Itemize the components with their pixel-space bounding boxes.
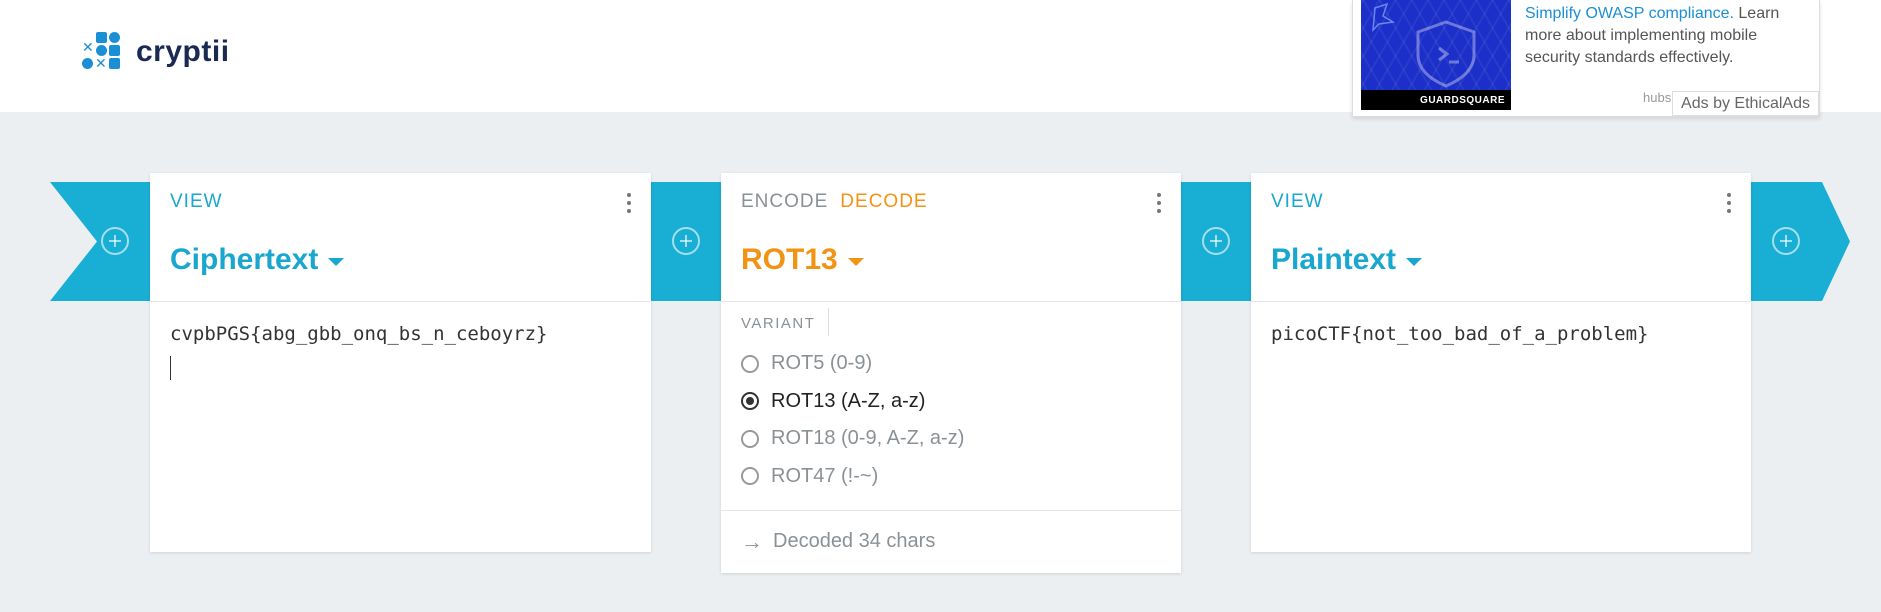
card-header: VIEW Plaintext <box>1251 173 1751 302</box>
add-brick-icon[interactable] <box>672 227 700 255</box>
dropdown-caret-icon <box>847 258 864 266</box>
shield-icon <box>1372 2 1476 88</box>
ciphertext-card: VIEW Ciphertext cvpbPGS{abg_gbb_onq_bs_n… <box>150 173 651 552</box>
variant-option-label: ROT47 (!-~) <box>771 464 879 487</box>
logo[interactable]: ✕ ✕ cryptii <box>82 32 230 72</box>
more-options-icon[interactable] <box>1157 193 1161 217</box>
plaintext-textarea[interactable]: picoCTF{not_too_bad_of_a_problem} <box>1271 323 1649 345</box>
ad-brand: GUARDSQUARE <box>1361 90 1511 110</box>
variant-option-rot47[interactable]: ROT47 (!-~) <box>741 458 964 496</box>
brick-title: Plaintext <box>1271 243 1397 276</box>
ad-image[interactable]: GUARDSQUARE <box>1361 0 1511 110</box>
add-brick-icon[interactable] <box>1772 227 1800 255</box>
text-cursor <box>170 356 171 380</box>
variant-option-rot13[interactable]: ROT13 (A-Z, a-z) <box>741 383 964 421</box>
brick-title-dropdown[interactable]: ROT13 <box>741 243 864 277</box>
dropdown-caret-icon <box>1406 258 1423 266</box>
brick-title-dropdown[interactable]: Ciphertext <box>170 243 345 277</box>
variant-label: VARIANT <box>741 315 816 332</box>
radio-selected-icon <box>741 392 759 411</box>
variant-option-rot18[interactable]: ROT18 (0-9, A-Z, a-z) <box>741 420 964 458</box>
brick-title: ROT13 <box>741 243 838 276</box>
radio-icon <box>741 467 759 486</box>
cryptii-logo-icon: ✕ ✕ <box>82 32 122 72</box>
encode-tab[interactable]: ENCODE <box>741 191 828 212</box>
card-header: VIEW Ciphertext <box>150 173 651 302</box>
ad-copy[interactable]: Simplify OWASP compliance. Learn more ab… <box>1525 3 1805 69</box>
variant-options: ROT5 (0-9) ROT13 (A-Z, a-z) ROT18 (0-9, … <box>741 345 964 495</box>
radio-icon <box>741 354 759 373</box>
variant-option-label: ROT5 (0-9) <box>771 352 873 375</box>
plaintext-card: VIEW Plaintext picoCTF{not_too_bad_of_a_… <box>1251 173 1751 552</box>
variant-option-rot5[interactable]: ROT5 (0-9) <box>741 345 964 383</box>
app-name: cryptii <box>136 35 230 68</box>
arrow-right-icon: → <box>741 528 763 554</box>
dropdown-caret-icon <box>328 258 345 266</box>
ads-by-ethicalads[interactable]: Ads by EthicalAds <box>1672 91 1819 116</box>
view-tag[interactable]: VIEW <box>170 191 223 212</box>
divider <box>828 308 829 336</box>
add-brick-icon[interactable] <box>1202 227 1230 255</box>
more-options-icon[interactable] <box>1727 193 1731 217</box>
status-text: Decoded 34 chars <box>773 530 936 552</box>
rot13-card: ENCODE DECODE ROT13 VARIANT ROT5 (0-9) RO… <box>721 173 1181 573</box>
variant-option-label: ROT13 (A-Z, a-z) <box>771 389 926 412</box>
status-bar: → Decoded 34 chars <box>721 510 1181 572</box>
variant-option-label: ROT18 (0-9, A-Z, a-z) <box>771 427 965 450</box>
card-header: ENCODE DECODE ROT13 <box>721 173 1181 302</box>
ciphertext-textarea[interactable]: cvpbPGS{abg_gbb_onq_bs_n_ceboyrz} <box>170 323 548 345</box>
ad-headline[interactable]: Simplify OWASP compliance. <box>1525 5 1734 22</box>
decode-tab[interactable]: DECODE <box>840 191 927 212</box>
view-tag[interactable]: VIEW <box>1271 191 1324 212</box>
more-options-icon[interactable] <box>627 193 631 217</box>
brick-title: Ciphertext <box>170 243 319 276</box>
add-brick-icon[interactable] <box>101 227 129 255</box>
ethical-ad[interactable]: GUARDSQUARE Simplify OWASP compliance. L… <box>1352 0 1820 117</box>
radio-icon <box>741 429 759 448</box>
brick-title-dropdown[interactable]: Plaintext <box>1271 243 1423 277</box>
pipeline-end <box>1750 182 1850 301</box>
